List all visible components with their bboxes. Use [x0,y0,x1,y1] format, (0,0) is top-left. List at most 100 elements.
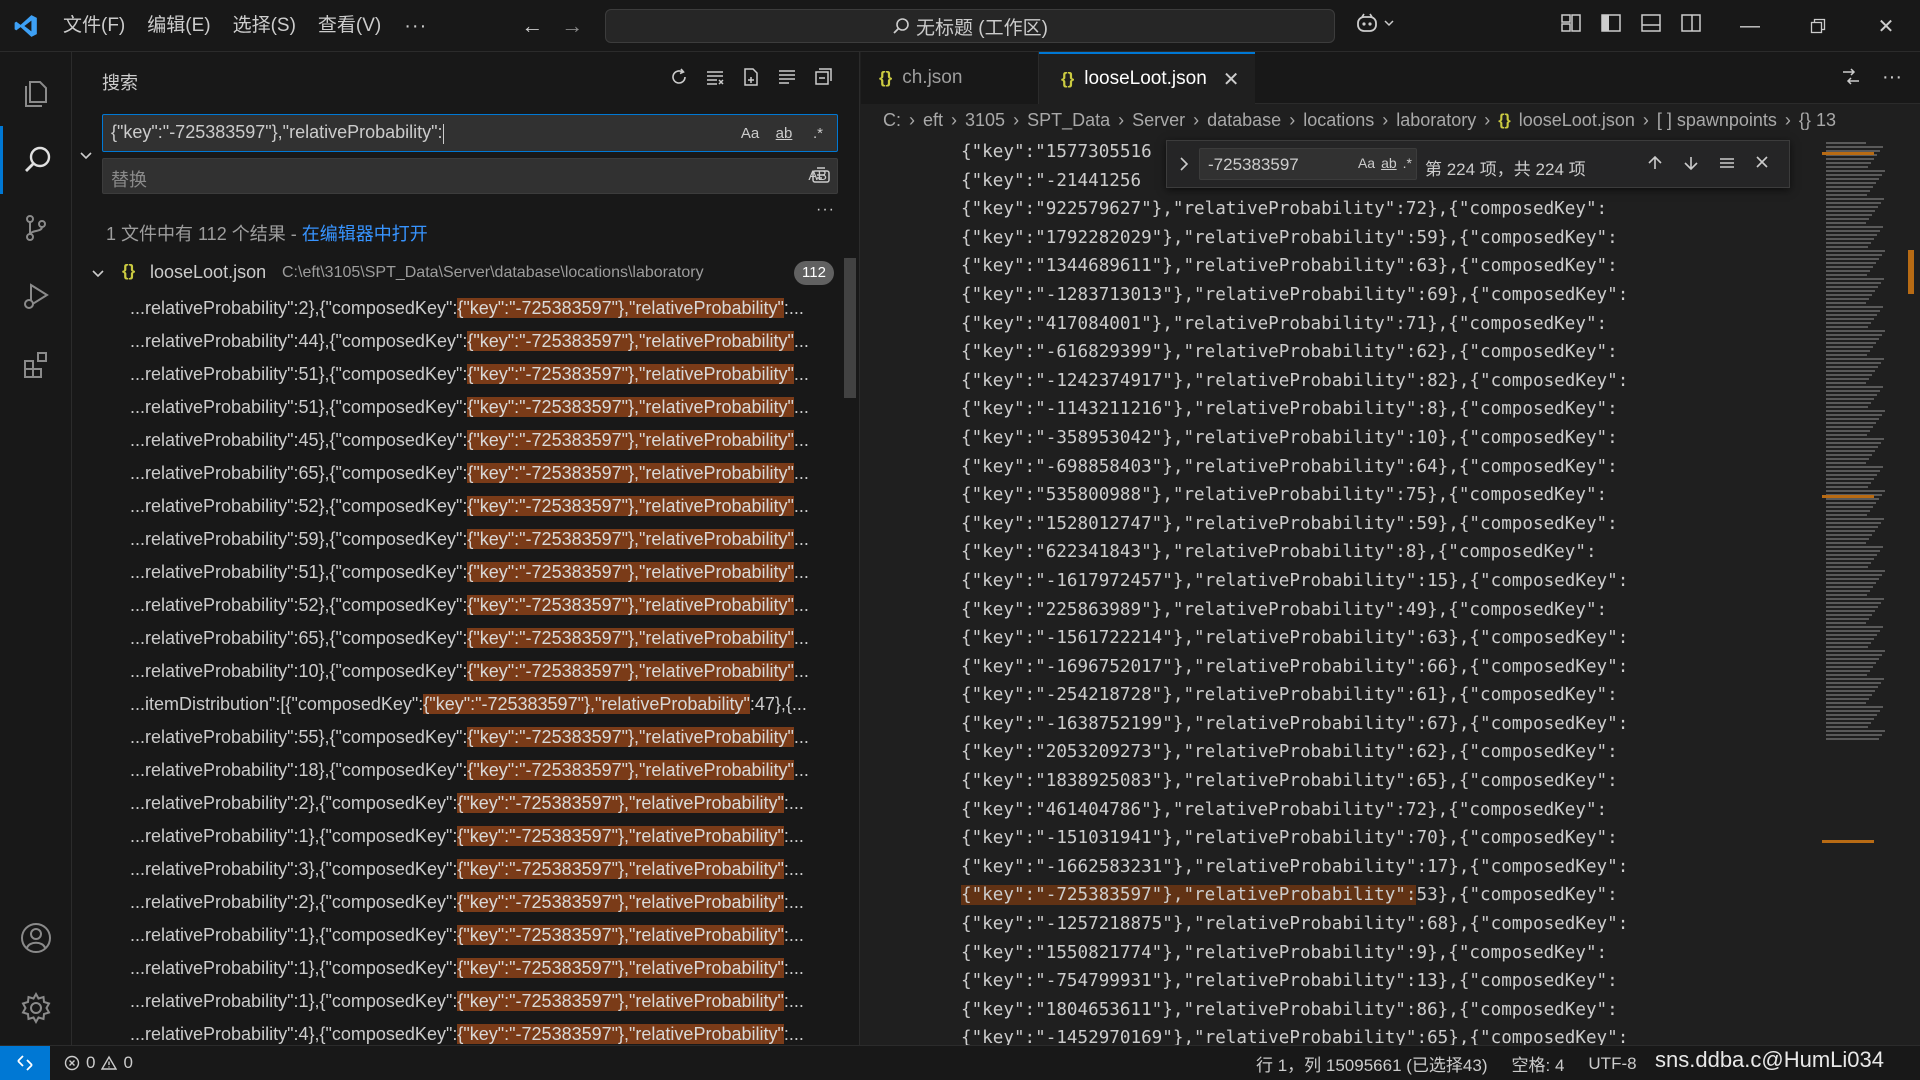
chevron-right-icon[interactable] [1177,155,1191,178]
find-match-case-toggle[interactable]: Aa [1358,155,1375,171]
search-result-row[interactable]: ...relativeProbability":65},{"composedKe… [72,457,858,490]
breadcrumb-item[interactable]: laboratory [1396,110,1476,131]
problems-indicator[interactable]: 0 0 [64,1053,133,1073]
search-result-row[interactable]: ...relativeProbability":2},{"composedKey… [72,292,858,325]
run-debug-icon[interactable] [0,262,72,330]
chevron-down-icon[interactable] [90,266,106,287]
search-result-row[interactable]: ...relativeProbability":52},{"composedKe… [72,589,858,622]
minimize-icon[interactable]: — [1716,0,1784,52]
editor-scrollbar[interactable] [1904,140,1920,1045]
new-search-editor-icon[interactable] [740,66,762,88]
toggle-primary-sidebar-icon[interactable] [1600,12,1622,39]
result-file-name: looseLoot.json [150,262,267,282]
tab-looseloot-json[interactable]: {} looseLoot.json ✕ [1039,52,1255,104]
find-input[interactable]: -725383597 Aa ab .* [1199,148,1417,180]
find-regex-toggle[interactable]: .* [1403,155,1412,171]
menu-edit[interactable]: 编辑(E) [136,0,221,52]
breadcrumb-item[interactable]: database [1207,110,1281,131]
replace-all-icon[interactable] [810,164,832,191]
search-result-row[interactable]: ...relativeProbability":1},{"composedKey… [72,919,858,952]
breadcrumb-item[interactable]: Server [1132,110,1185,131]
replace-input[interactable]: 替换 AB [102,158,838,194]
search-result-row[interactable]: ...relativeProbability":1},{"composedKey… [72,820,858,853]
search-result-row[interactable]: ...relativeProbability":18},{"composedKe… [72,754,858,787]
accounts-icon[interactable] [0,904,72,972]
minimap[interactable] [1822,140,1888,1045]
open-in-editor-link[interactable]: 在编辑器中打开 [302,224,428,244]
find-whole-word-toggle[interactable]: ab [1381,155,1397,171]
next-match-icon[interactable] [1681,153,1701,178]
menu-selection[interactable]: 选择(S) [222,0,307,52]
search-input[interactable]: {"key":"-725383597"},"relativeProbabilit… [102,114,838,152]
cursor-position[interactable]: 行 1，列 15095661 (已选择43) [1256,1051,1488,1076]
customize-layout-icon[interactable] [1560,12,1582,39]
use-regex-toggle[interactable]: .* [805,121,831,145]
close-find-icon[interactable] [1753,153,1771,178]
search-result-row[interactable]: ...relativeProbability":52},{"composedKe… [72,490,858,523]
search-result-row[interactable]: ...relativeProbability":2},{"composedKey… [72,886,858,919]
breadcrumb-item[interactable]: eft [923,110,943,131]
explorer-icon[interactable] [0,58,72,126]
search-result-row[interactable]: ...relativeProbability":10},{"composedKe… [72,655,858,688]
breadcrumb-item[interactable]: C: [883,110,901,131]
toggle-search-details-button[interactable]: ··· [816,201,835,219]
breadcrumb-item[interactable]: SPT_Data [1027,110,1110,131]
forward-arrow-icon[interactable]: → [561,13,583,39]
find-in-selection-icon[interactable] [1717,153,1737,178]
breadcrumb-item[interactable]: [ ] spawnpoints [1657,110,1777,131]
menu-more-button[interactable]: ··· [392,0,439,52]
compare-icon[interactable] [1840,66,1862,93]
search-result-row[interactable]: ...relativeProbability":3},{"composedKey… [72,853,858,886]
search-result-row[interactable]: ...relativeProbability":65},{"composedKe… [72,622,858,655]
menu-view[interactable]: 查看(V) [307,0,392,52]
refresh-icon[interactable] [668,66,690,88]
search-result-row[interactable]: ...relativeProbability":1},{"composedKey… [72,985,858,1018]
code-view[interactable]: {"key":"1577305516 {"key":"-21441256 {"key… [961,138,1681,1046]
match-case-toggle[interactable]: Aa [737,121,763,145]
settings-gear-icon[interactable] [0,974,72,1042]
search-result-row[interactable]: ...relativeProbability":55},{"composedKe… [72,721,858,754]
match-whole-word-toggle[interactable]: ab [771,121,797,145]
menu-file[interactable]: 文件(F) [52,0,136,52]
search-result-row[interactable]: ...itemDistribution":[{"composedKey":{"k… [72,688,858,721]
clear-results-icon[interactable] [704,66,726,88]
code-line-text: {"key":"-358953042"},"relativeProbabilit… [961,427,1618,448]
view-as-tree-icon[interactable] [776,66,798,88]
search-view-icon[interactable] [0,126,72,194]
search-icon [893,18,909,34]
toggle-replace-chevron-icon[interactable] [78,148,94,169]
source-control-icon[interactable] [0,194,72,262]
search-result-row[interactable]: ...relativeProbability":45},{"composedKe… [72,424,858,457]
back-arrow-icon[interactable]: ← [521,13,543,39]
search-result-row[interactable]: ...relativeProbability":51},{"composedKe… [72,358,858,391]
collapse-all-icon[interactable] [812,66,834,88]
copilot-button[interactable] [1355,12,1395,34]
search-result-row[interactable]: ...relativeProbability":44},{"composedKe… [72,325,858,358]
close-window-icon[interactable]: ✕ [1852,0,1920,52]
breadcrumb-item[interactable]: looseLoot.json [1519,110,1635,131]
result-file-row[interactable]: {} looseLoot.json C:\eft\3105\SPT_Data\S… [72,258,842,288]
sidebar-scrollbar[interactable] [844,258,856,398]
previous-match-icon[interactable] [1645,153,1665,178]
vscode-logo-icon [0,0,52,52]
more-actions-icon[interactable]: ··· [1882,66,1902,93]
search-result-row[interactable]: ...relativeProbability":51},{"composedKe… [72,391,858,424]
result-post: ... [793,397,809,417]
toggle-secondary-sidebar-icon[interactable] [1680,12,1702,39]
extensions-icon[interactable] [0,330,72,398]
tab-ch-json[interactable]: {} ch.json [861,52,1039,104]
toggle-panel-icon[interactable] [1640,12,1662,39]
breadcrumb-item[interactable]: {} 13 [1799,110,1836,131]
breadcrumb-item[interactable]: locations [1303,110,1374,131]
search-result-row[interactable]: ...relativeProbability":1},{"composedKey… [72,952,858,985]
close-tab-icon[interactable]: ✕ [1223,67,1240,92]
encoding[interactable]: UTF-8 [1588,1054,1636,1074]
search-result-row[interactable]: ...relativeProbability":59},{"composedKe… [72,523,858,556]
search-result-row[interactable]: ...relativeProbability":51},{"composedKe… [72,556,858,589]
indentation[interactable]: 空格: 4 [1512,1051,1565,1076]
search-result-row[interactable]: ...relativeProbability":2},{"composedKey… [72,787,858,820]
remote-indicator-icon[interactable] [0,1045,50,1080]
restore-icon[interactable] [1784,0,1852,52]
breadcrumb-item[interactable]: 3105 [965,110,1005,131]
command-center-search[interactable]: 无标题 (工作区) [605,9,1335,43]
